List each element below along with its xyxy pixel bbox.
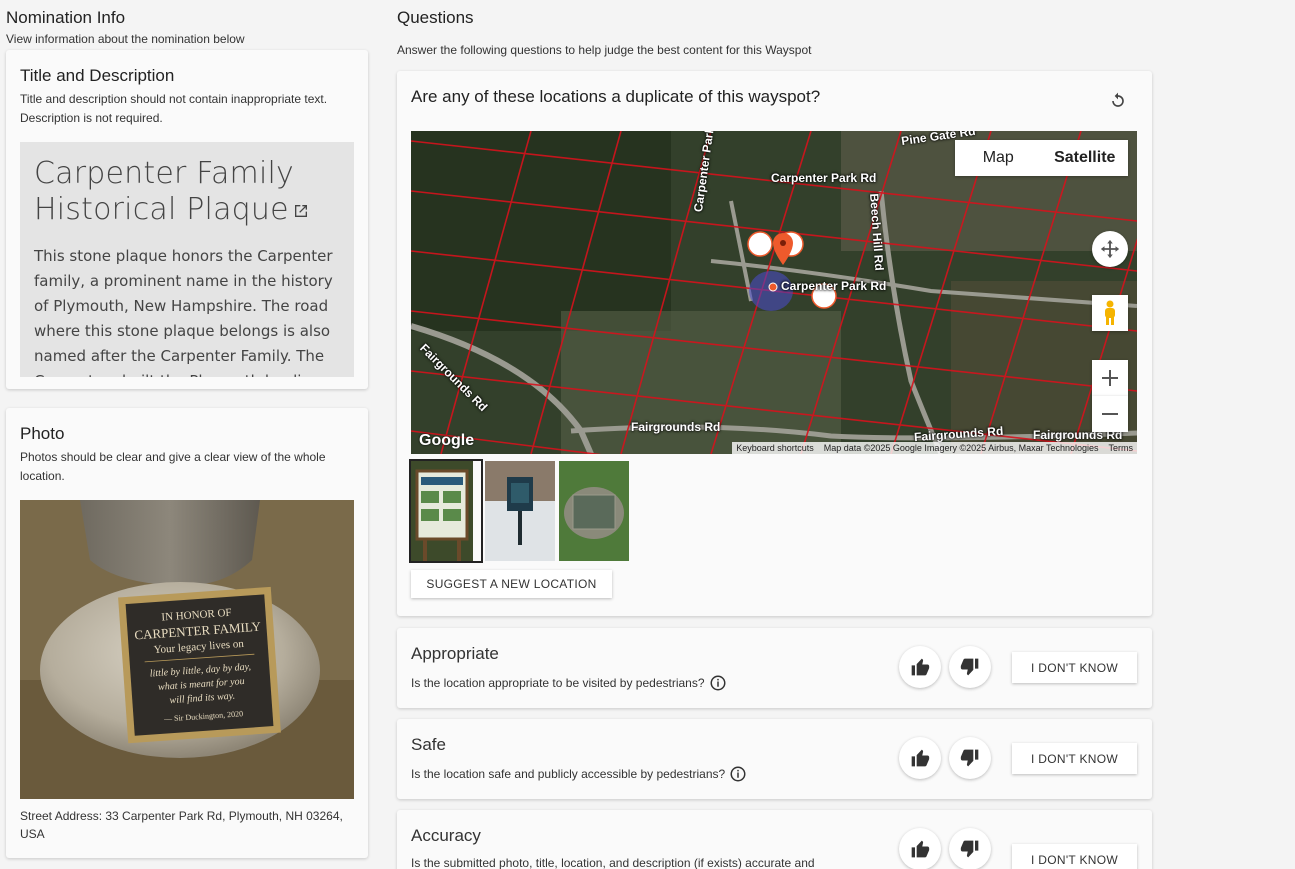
i-dont-know-button[interactable]: I DON'T KNOW	[1012, 652, 1137, 683]
thumbs-down-icon	[960, 749, 979, 767]
wayspot-title: Carpenter Family Historical Plaque	[34, 156, 295, 227]
street-view-pegman[interactable]	[1092, 295, 1128, 331]
nomination-title: Nomination Info	[6, 8, 126, 27]
photo-card-hint: Photos should be clear and give a clear …	[20, 450, 326, 483]
terms-link[interactable]: Terms	[1109, 443, 1134, 453]
satellite-map[interactable]: Carpenter Park Rd Carpenter Park Rd Carp…	[411, 131, 1137, 454]
thumbs-down-button[interactable]	[949, 737, 991, 779]
candidate-thumbnails	[409, 459, 629, 563]
candidate-thumb-1[interactable]	[409, 459, 483, 563]
map-type-map-button[interactable]: Map	[955, 140, 1042, 176]
criteria-title: Safe	[411, 735, 446, 754]
title-description-box: Carpenter Family Historical Plaque This …	[20, 142, 354, 377]
sign-board-image	[411, 461, 473, 561]
external-link-icon[interactable]	[293, 203, 309, 219]
photo-card-heading: Photo	[20, 424, 65, 443]
map-type-toggle: Map Satellite	[955, 140, 1128, 176]
thumbs-down-icon	[960, 840, 979, 858]
zoom-out-button[interactable]	[1092, 396, 1128, 432]
criteria-question: Is the location appropriate to be visite…	[411, 676, 705, 690]
criteria-question: Is the submitted photo, title, location,…	[411, 856, 815, 869]
title-card-hint: Title and description should not contain…	[20, 92, 328, 125]
title-description-card: Title and Description Title and descript…	[6, 50, 368, 389]
criteria-title: Appropriate	[411, 644, 499, 663]
refresh-icon[interactable]	[1108, 91, 1128, 111]
questions-header: Questions Answer the following questions…	[397, 8, 811, 57]
criteria-card-safe: Safe Is the location safe and publicly a…	[397, 719, 1152, 799]
criteria-title: Accuracy	[411, 826, 481, 845]
thumbs-up-icon	[911, 749, 930, 767]
nomination-photo[interactable]: IN HONOR OF CARPENTER FAMILY Your legacy…	[20, 500, 354, 799]
criteria-question-row: Is the location appropriate to be visite…	[411, 674, 727, 692]
questions-title: Questions	[397, 8, 474, 27]
title-card-heading: Title and Description	[20, 66, 175, 85]
google-logo: Google	[419, 432, 475, 449]
candidate-thumb-2[interactable]	[485, 461, 555, 561]
street-address: Street Address: 33 Carpenter Park Rd, Pl…	[20, 809, 343, 841]
map-data-credit: Map data ©2025 Google Imagery ©2025 Airb…	[823, 443, 1099, 453]
thumbs-down-icon	[960, 658, 979, 676]
thumbs-up-icon	[911, 658, 930, 676]
thumbs-up-button[interactable]	[899, 828, 941, 869]
criteria-question: Is the location safe and publicly access…	[411, 767, 726, 781]
info-box-image	[485, 461, 555, 561]
i-dont-know-button[interactable]: I DON'T KNOW	[1012, 844, 1137, 869]
thumbs-down-button[interactable]	[949, 828, 991, 869]
wayspot-description: This stone plaque honors the Carpenter f…	[34, 247, 333, 377]
criteria-card-accuracy: Accuracy Is the submitted photo, title, …	[397, 810, 1152, 869]
road-label-fairgrounds-2: Fairgrounds Rd	[631, 420, 721, 434]
plaque-photo-illustration: IN HONOR OF CARPENTER FAMILY Your legacy…	[20, 500, 354, 799]
nomination-subtitle: View information about the nomination be…	[6, 32, 245, 46]
questions-subtitle: Answer the following questions to help j…	[397, 43, 812, 57]
map-attribution: Keyboard shortcuts Map data ©2025 Google…	[732, 442, 1137, 454]
i-dont-know-button[interactable]: I DON'T KNOW	[1012, 743, 1137, 774]
thumbs-up-icon	[911, 840, 930, 858]
zoom-in-button[interactable]	[1092, 360, 1128, 396]
photo-card: Photo Photos should be clear and give a …	[6, 408, 368, 858]
road-label-carpenter-3: Carpenter Park Rd	[781, 279, 887, 293]
keyboard-shortcuts-link[interactable]: Keyboard shortcuts	[736, 443, 814, 453]
map-camera-control[interactable]	[1092, 231, 1128, 267]
info-icon[interactable]	[709, 674, 727, 692]
wayspot-title-wrap: Carpenter Family Historical Plaque	[34, 156, 340, 228]
nomination-header: Nomination Info View information about t…	[6, 8, 245, 46]
info-icon[interactable]	[729, 765, 747, 783]
thumbs-down-button[interactable]	[949, 646, 991, 688]
criteria-question-row: Is the submitted photo, title, location,…	[411, 856, 815, 869]
road-label-carpenter-1: Carpenter Park Rd	[771, 171, 877, 185]
suggest-new-location-button[interactable]: SUGGEST A NEW LOCATION	[411, 570, 612, 598]
minus-icon	[1102, 413, 1118, 415]
grass-plaque-image	[559, 461, 629, 561]
candidate-thumb-3[interactable]	[559, 461, 629, 561]
criteria-card-appropriate: Appropriate Is the location appropriate …	[397, 628, 1152, 708]
plus-icon	[1102, 370, 1118, 386]
duplicate-card: Are any of these locations a duplicate o…	[397, 71, 1152, 616]
duplicate-question: Are any of these locations a duplicate o…	[411, 87, 821, 106]
thumbs-up-button[interactable]	[899, 737, 941, 779]
move-arrows-icon	[1100, 239, 1120, 259]
pegman-icon	[1105, 300, 1115, 325]
thumbs-up-button[interactable]	[899, 646, 941, 688]
criteria-question-row: Is the location safe and publicly access…	[411, 765, 747, 783]
map-type-satellite-button[interactable]: Satellite	[1042, 140, 1129, 176]
